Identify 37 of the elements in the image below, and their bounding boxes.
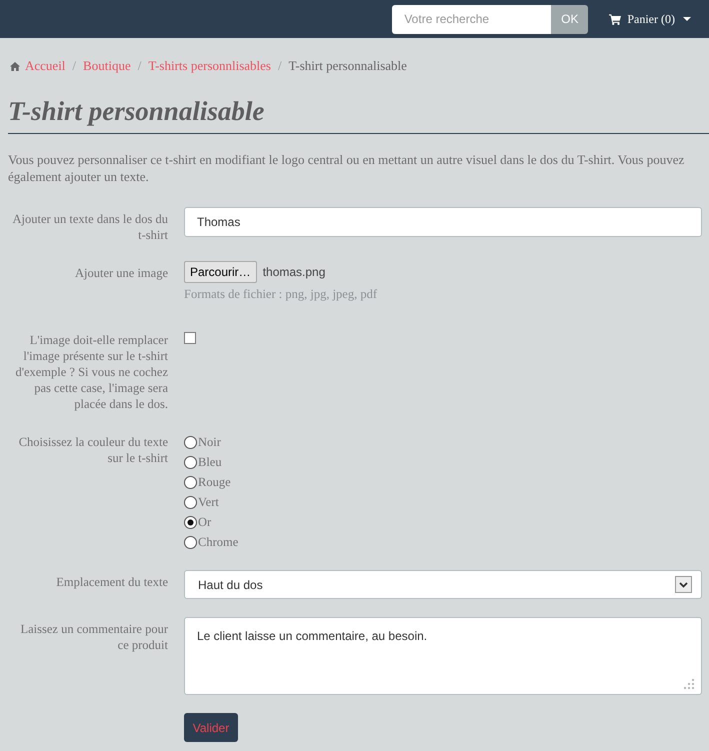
browse-button[interactable]: Parcourir… bbox=[184, 261, 257, 283]
chevron-down-icon bbox=[675, 576, 692, 593]
field-label: Emplacement du texte bbox=[55, 574, 168, 591]
text-field[interactable]: Thomas bbox=[184, 207, 702, 237]
radio-option[interactable]: Or bbox=[184, 512, 212, 532]
breadcrumb-separator: / bbox=[72, 58, 76, 74]
field-label: L'image doit-elle remplacer l'image présente sur le t-shirt d'exemple ? Si vous ne cochez pas cette case, l'image sera placée dans le dos. bbox=[14, 332, 168, 412]
file-name: thomas.png bbox=[262, 264, 326, 281]
radio-option[interactable]: Chrome bbox=[184, 532, 238, 552]
breadcrumb-separator: / bbox=[278, 58, 282, 74]
radio-option[interactable]: Vert bbox=[184, 492, 219, 512]
radio-option[interactable]: Bleu bbox=[184, 452, 222, 472]
field-label: Laissez un commentaire pour ce produit bbox=[19, 621, 168, 654]
radio-option[interactable]: Rouge bbox=[184, 472, 231, 492]
select-field[interactable]: Haut du dos bbox=[184, 570, 702, 599]
field-label: Choisissez la couleur du texte sur le t-shirt bbox=[18, 434, 168, 467]
caret-icon bbox=[683, 17, 691, 21]
comment-field[interactable]: Le client laisse un commentaire, au besoin. bbox=[184, 617, 702, 695]
radio-option[interactable]: Noir bbox=[184, 432, 221, 452]
field-label: Ajouter un texte dans le dos du t-shirt bbox=[11, 211, 168, 243]
page-title: T-shirt personnalisable bbox=[8, 95, 266, 128]
help-text: Formats de fichier : png, jpg, jpeg, pdf bbox=[184, 286, 378, 302]
breadcrumb-link[interactable]: Boutique bbox=[83, 58, 131, 74]
intro-text: Vous pouvez personnaliser ce t-shirt en modifiant le logo central ou en mettant un autre visuel dans le dos du T-shirt. Vous pouvez également ajouter un texte. bbox=[7, 151, 686, 185]
field-label: Ajouter une image bbox=[74, 265, 168, 282]
breadcrumb-link[interactable]: Accueil bbox=[25, 58, 66, 74]
home-icon bbox=[10, 62, 20, 70]
submit-button[interactable]: Valider bbox=[184, 713, 238, 742]
resize-grip-icon[interactable] bbox=[684, 679, 694, 689]
cart-menu[interactable]: Panier (0) bbox=[609, 11, 691, 27]
search-field[interactable]: Votre recherche bbox=[392, 4, 552, 34]
checkbox[interactable] bbox=[184, 332, 196, 344]
cart-icon bbox=[609, 14, 622, 24]
search-button[interactable]: OK bbox=[551, 4, 588, 34]
breadcrumb-link[interactable]: T-shirts personnlisables bbox=[148, 58, 271, 74]
breadcrumb-current: T-shirt personnalisable bbox=[288, 58, 407, 74]
breadcrumb-separator: / bbox=[138, 58, 142, 74]
